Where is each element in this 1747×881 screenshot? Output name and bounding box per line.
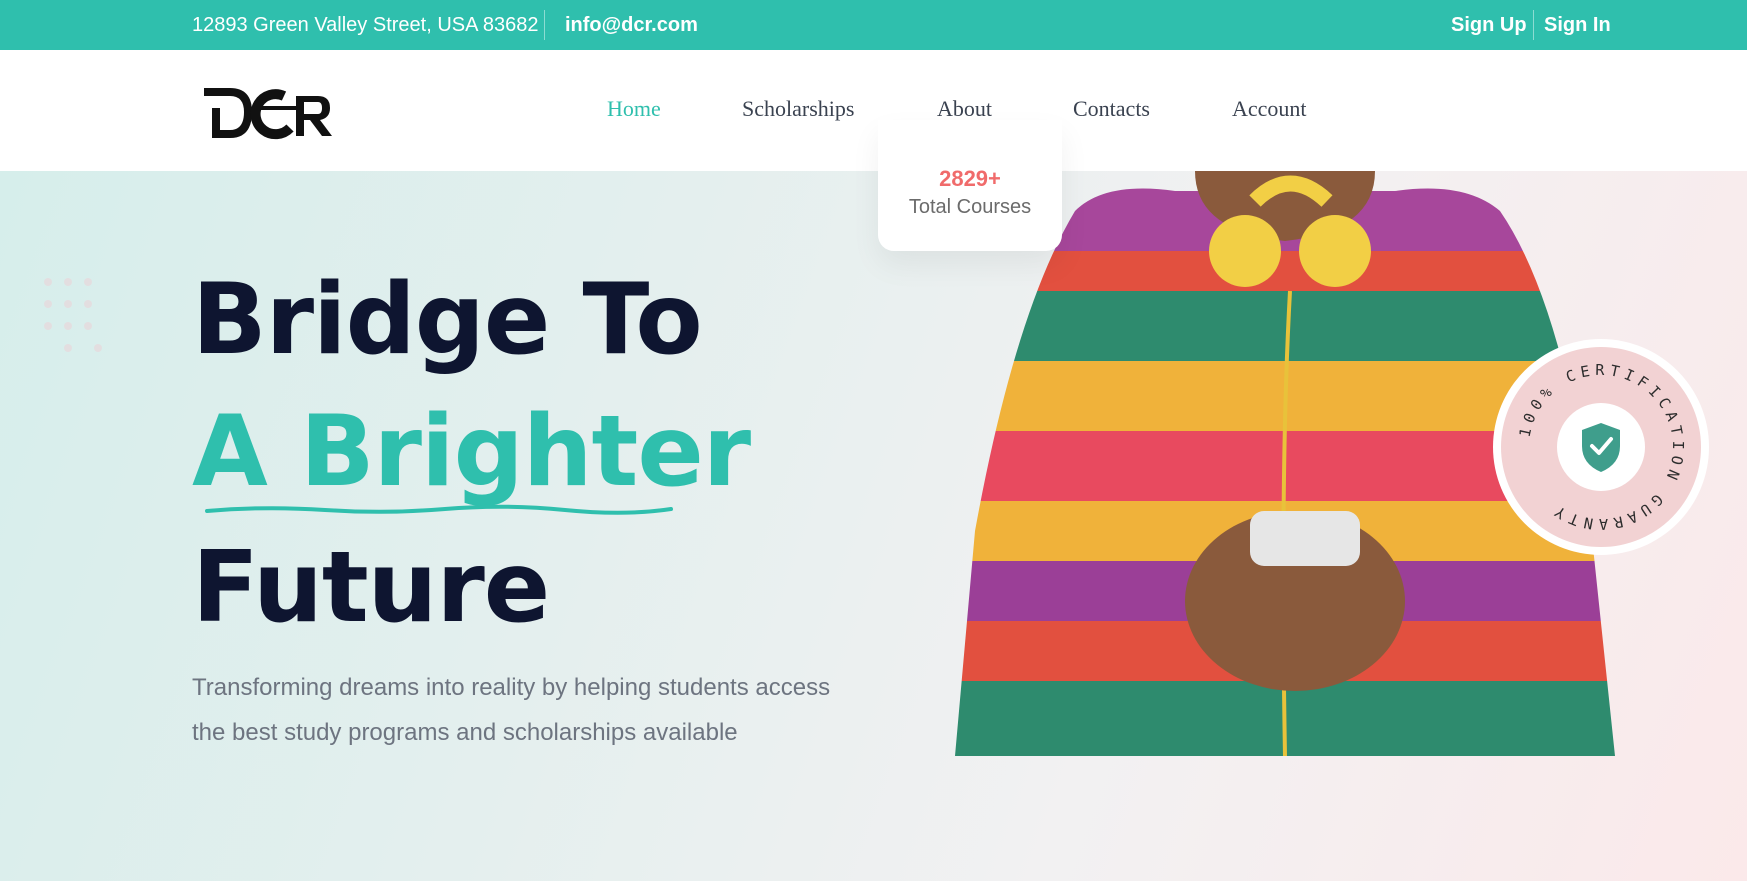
hero-subtitle-line2: the best study programs and scholarships…: [192, 719, 738, 746]
decorative-dots: [44, 278, 102, 352]
nav-contacts[interactable]: Contacts: [1073, 96, 1150, 122]
nav-home[interactable]: Home: [607, 96, 661, 122]
hero-title-line2: A Brighter: [192, 395, 751, 509]
sign-in-link[interactable]: Sign In: [1544, 14, 1611, 37]
certification-badge: 100% CERTIFICATION GUARANTY: [1493, 339, 1709, 555]
divider: [544, 10, 545, 40]
hero-title-line1: Bridge To: [192, 263, 703, 377]
email-link[interactable]: info@dcr.com: [565, 14, 698, 37]
divider: [1533, 10, 1534, 40]
nav-scholarships[interactable]: Scholarships: [742, 96, 854, 122]
hero-subtitle-line1: Transforming dreams into reality by help…: [192, 674, 831, 701]
address-text: 12893 Green Valley Street, USA 83682: [192, 14, 539, 36]
hero-section: Bridge To A Brighter Future Transforming…: [0, 171, 1747, 881]
total-courses-card: 2829+ Total Courses: [878, 120, 1062, 251]
dcr-logo[interactable]: [200, 78, 334, 146]
sign-up-link[interactable]: Sign Up: [1451, 14, 1527, 37]
nav-account[interactable]: Account: [1232, 96, 1307, 122]
nav-about[interactable]: About: [937, 96, 992, 122]
total-courses-value: 2829+: [939, 166, 1001, 191]
main-navbar: Home Scholarships About Contacts Account: [0, 50, 1747, 171]
total-courses-label: Total Courses: [908, 196, 1032, 218]
hero-title-line3: Future: [192, 531, 550, 645]
top-bar: 12893 Green Valley Street, USA 83682 inf…: [0, 0, 1747, 50]
underline-decoration: [205, 504, 673, 515]
